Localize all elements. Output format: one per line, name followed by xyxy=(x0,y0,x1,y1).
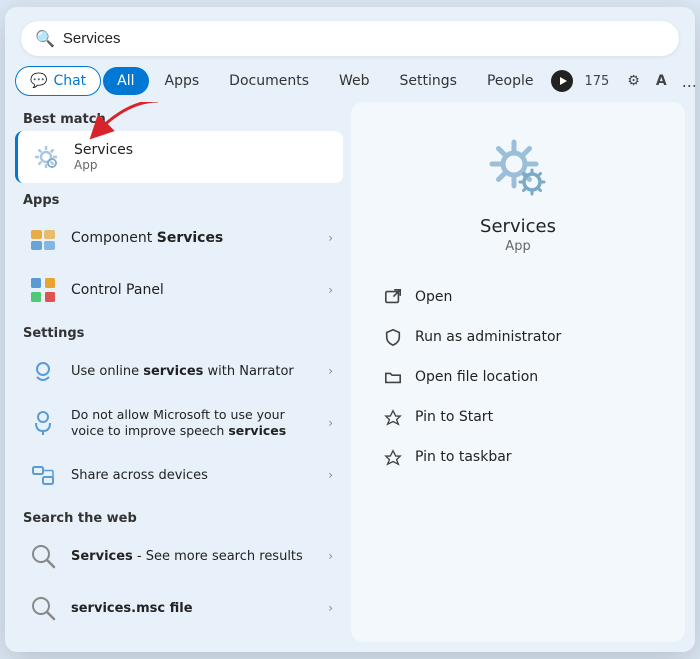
control-panel-title: Control Panel xyxy=(71,282,318,298)
best-match-label: Best match xyxy=(23,112,335,127)
open-label: Open xyxy=(415,289,452,305)
web-services-msc[interactable]: services msc › xyxy=(15,634,343,642)
control-panel-icon xyxy=(25,272,61,308)
action-open[interactable]: Open xyxy=(371,278,665,316)
chevron-icon-4: › xyxy=(328,416,333,430)
app-component-services[interactable]: Component Services › xyxy=(15,212,343,264)
web-services-title: Services - See more search results xyxy=(71,549,318,564)
folder-icon xyxy=(383,367,403,387)
settings-label: Settings xyxy=(23,326,335,341)
tab-chat[interactable]: 💬 Chat xyxy=(15,66,101,96)
action-list: Open Run as administrator xyxy=(371,278,665,476)
search-bar: 🔍 xyxy=(21,21,679,56)
chevron-icon-7: › xyxy=(328,601,333,615)
main-content: Best match xyxy=(5,102,695,652)
setting-share[interactable]: Share across devices › xyxy=(15,449,343,501)
best-match-subtitle: App xyxy=(74,158,333,172)
web-services-msc-title: services.msc file xyxy=(71,601,318,616)
file-location-label: Open file location xyxy=(415,369,538,385)
best-match-title: Services xyxy=(74,142,333,158)
chevron-icon-2: › xyxy=(328,283,333,297)
settings-icon: ⚙ xyxy=(620,69,647,93)
web-services-text: Services - See more search results xyxy=(71,549,318,564)
tab-extras: 175 ⚙ A ... b xyxy=(551,67,695,95)
right-panel: Services App Open xyxy=(351,102,685,642)
app-name-large: Services xyxy=(480,216,556,237)
action-pin-start[interactable]: Pin to Start xyxy=(371,398,665,436)
pin-taskbar-icon xyxy=(383,447,403,467)
share-title: Share across devices xyxy=(71,468,318,483)
component-services-icon xyxy=(25,220,61,256)
share-icon xyxy=(25,457,61,493)
best-match-item[interactable]: Services App xyxy=(15,131,343,183)
tab-bar: 💬 Chat All Apps Documents Web Settings P… xyxy=(5,66,695,96)
component-services-title: Component Services xyxy=(71,230,318,246)
tab-people[interactable]: People xyxy=(473,67,548,95)
pin-taskbar-label: Pin to taskbar xyxy=(415,449,512,465)
tab-settings[interactable]: Settings xyxy=(386,67,471,95)
tab-web[interactable]: Web xyxy=(325,67,384,95)
web-search-icon-2 xyxy=(25,590,61,626)
setting-narrator[interactable]: Use online services with Narrator › xyxy=(15,345,343,397)
search-window: 🔍 💬 Chat All Apps Documents Web Settings… xyxy=(5,7,695,652)
run-as-admin-label: Run as administrator xyxy=(415,329,561,345)
share-text: Share across devices xyxy=(71,468,318,483)
tab-all[interactable]: All xyxy=(103,67,148,95)
chevron-icon-6: › xyxy=(328,549,333,563)
control-panel-text: Control Panel xyxy=(71,282,318,298)
chevron-icon-5: › xyxy=(328,468,333,482)
web-services[interactable]: Services - See more search results › xyxy=(15,530,343,582)
shield-icon xyxy=(383,327,403,347)
more-button[interactable]: ... xyxy=(676,70,695,93)
search-input[interactable] xyxy=(63,30,665,47)
chat-icon: 💬 xyxy=(30,73,47,89)
pin-start-label: Pin to Start xyxy=(415,409,493,425)
setting-voice[interactable]: Do not allow Microsoft to use your voice… xyxy=(15,397,343,449)
narrator-title: Use online services with Narrator xyxy=(71,364,318,379)
action-run-as-admin[interactable]: Run as administrator xyxy=(371,318,665,356)
best-match-text: Services App xyxy=(74,142,333,172)
apps-label: Apps xyxy=(23,193,335,208)
tab-documents[interactable]: Documents xyxy=(215,67,323,95)
action-pin-taskbar[interactable]: Pin to taskbar xyxy=(371,438,665,476)
pin-start-icon xyxy=(383,407,403,427)
chevron-icon: › xyxy=(328,231,333,245)
web-label: Search the web xyxy=(23,511,335,526)
play-button[interactable] xyxy=(551,70,573,92)
action-file-location[interactable]: Open file location xyxy=(371,358,665,396)
web-services-msc-text: services.msc file xyxy=(71,601,318,616)
narrator-text: Use online services with Narrator xyxy=(71,364,318,379)
web-search-icon-1 xyxy=(25,538,61,574)
component-services-text: Component Services xyxy=(71,230,318,246)
narrator-icon xyxy=(25,353,61,389)
left-panel: Best match xyxy=(15,102,343,642)
app-control-panel[interactable]: Control Panel › xyxy=(15,264,343,316)
voice-title: Do not allow Microsoft to use your voice… xyxy=(71,407,318,440)
result-count: 175 xyxy=(577,70,616,93)
app-type: App xyxy=(505,239,530,254)
open-icon xyxy=(383,287,403,307)
web-services-msc-file[interactable]: services.msc file › xyxy=(15,582,343,634)
tab-apps[interactable]: Apps xyxy=(151,67,214,95)
search-icon: 🔍 xyxy=(35,29,55,48)
letter-a[interactable]: A xyxy=(651,71,672,91)
app-icon-large xyxy=(482,132,554,204)
voice-icon xyxy=(25,405,61,441)
voice-text: Do not allow Microsoft to use your voice… xyxy=(71,407,318,440)
services-icon xyxy=(28,139,64,175)
chevron-icon-3: › xyxy=(328,364,333,378)
